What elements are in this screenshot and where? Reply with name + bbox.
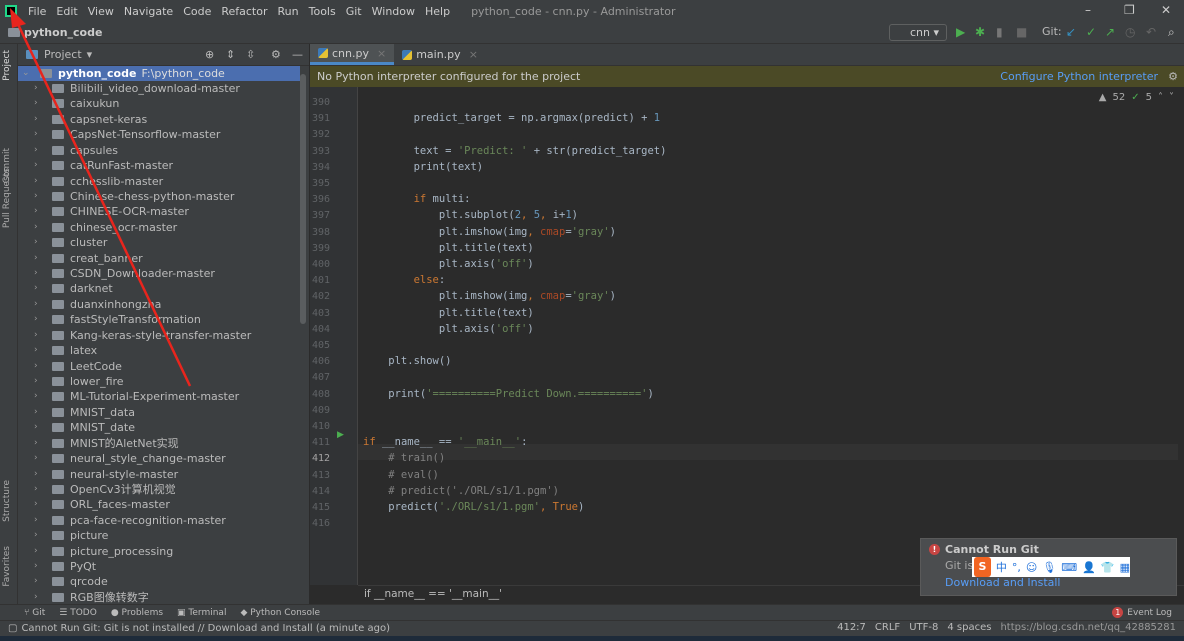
annotation-arrow bbox=[10, 8, 192, 387]
